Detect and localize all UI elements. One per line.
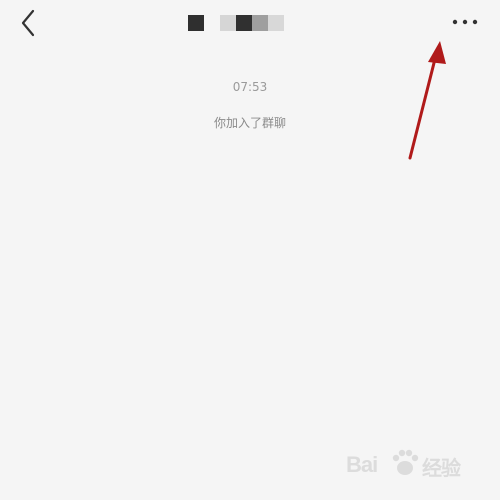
system-message: 你加入了群聊 bbox=[213, 116, 286, 130]
more-dots-icon bbox=[452, 19, 478, 25]
chevron-left-icon bbox=[21, 9, 35, 37]
chat-title-redacted bbox=[188, 15, 288, 31]
message-timestamp: 07:53 bbox=[232, 80, 268, 94]
more-options-button[interactable] bbox=[448, 10, 482, 34]
annotation-arrow bbox=[408, 41, 446, 160]
back-button[interactable] bbox=[14, 6, 44, 40]
chat-header bbox=[0, 0, 500, 46]
chat-screen: 07:53 你加入了群聊 Bai 经验 bbox=[0, 0, 500, 500]
watermark-text-right: 经验 bbox=[422, 458, 461, 480]
watermark: Bai 经验 bbox=[346, 440, 486, 486]
watermark-text-left: Bai bbox=[346, 452, 378, 477]
paw-logo-icon bbox=[392, 449, 419, 475]
